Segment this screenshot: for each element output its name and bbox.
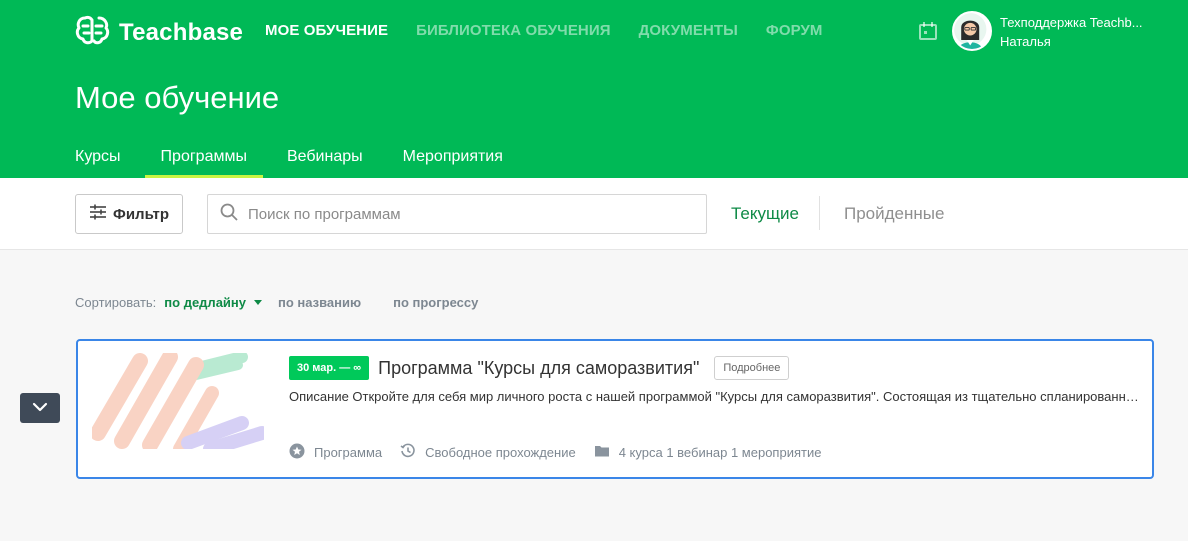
sliders-icon [89, 203, 113, 225]
sort-bar: Сортировать: по дедлайну по названию по … [75, 295, 510, 310]
date-badge: 30 мар. — ∞ [289, 356, 370, 380]
sort-by-name[interactable]: по названию [278, 295, 361, 310]
meta-type: Программа [289, 443, 382, 462]
card-title-row: 30 мар. — ∞ Программа "Курсы для самораз… [289, 356, 790, 380]
search-input[interactable] [248, 205, 688, 223]
sort-by-deadline-label: по дедлайну [164, 295, 246, 310]
chevron-down-icon [32, 399, 48, 417]
nav-item-forum[interactable]: Форум [766, 22, 823, 39]
caret-down-icon [254, 300, 262, 305]
history-icon [400, 443, 425, 462]
toolbar: Фильтр Текущие Пройденные [0, 178, 1188, 250]
tab-webinars[interactable]: Вебинары [287, 140, 363, 178]
nav-item-my-learning[interactable]: Мое обучение [265, 22, 388, 39]
nav-item-documents[interactable]: Документы [639, 22, 738, 39]
details-button[interactable]: Подробнее [714, 356, 790, 380]
meta-contents: 4 курса 1 вебинар 1 мероприятие [594, 443, 822, 462]
filter-label: Фильтр [113, 205, 169, 223]
calendar-icon[interactable] [918, 21, 938, 41]
tab-events[interactable]: Мероприятия [403, 140, 503, 178]
tab-programs[interactable]: Программы [144, 140, 264, 178]
top-header: Teachbase Мое обучение Библиотека обучен… [0, 0, 1188, 178]
meta-mode-label: Свободное прохождение [425, 445, 576, 460]
nav-item-library[interactable]: Библиотека обучения [416, 22, 611, 39]
folder-icon [594, 443, 619, 462]
meta-type-label: Программа [314, 445, 383, 460]
star-icon [289, 443, 314, 462]
user-info[interactable]: Техподдержка Teachb... Наталья [1000, 13, 1170, 51]
sort-label: Сортировать: [75, 295, 157, 310]
card-meta: Программа Свободное прохождение 4 курса … [289, 443, 839, 462]
meta-mode: Свободное прохождение [400, 443, 576, 462]
sort-by-progress[interactable]: по прогрессу [393, 295, 478, 310]
program-title[interactable]: Программа "Курсы для саморазвития" [378, 358, 699, 379]
filter-button[interactable]: Фильтр [75, 194, 183, 234]
program-description: Описание Откройте для себя мир личного р… [289, 389, 1139, 404]
search-icon [220, 203, 238, 226]
avatar[interactable] [952, 11, 992, 51]
meta-contents-label: 4 курса 1 вебинар 1 мероприятие [618, 445, 822, 460]
page-title: Мое обучение [75, 80, 280, 115]
main-nav: Мое обучение Библиотека обучения Докумен… [265, 22, 851, 39]
section-tabs: Курсы Программы Вебинары Мероприятия [75, 140, 543, 178]
brain-logo-icon [75, 14, 111, 51]
search-box [207, 194, 707, 234]
segment-divider [819, 196, 820, 230]
program-card[interactable]: 30 мар. — ∞ Программа "Курсы для самораз… [76, 339, 1154, 479]
brand-name: Teachbase [119, 18, 244, 46]
user-name: Техподдержка Teachb... [1000, 15, 1143, 30]
tab-courses[interactable]: Курсы [75, 140, 121, 178]
program-thumbnail [92, 353, 264, 449]
sort-by-deadline[interactable]: по дедлайну [164, 295, 262, 310]
brand-logo[interactable]: Teachbase [75, 14, 243, 51]
segment-current[interactable]: Текущие [731, 196, 799, 232]
collapse-button[interactable] [20, 393, 60, 423]
segment-completed[interactable]: Пройденные [844, 196, 944, 232]
user-first-name: Наталья [1000, 34, 1051, 49]
